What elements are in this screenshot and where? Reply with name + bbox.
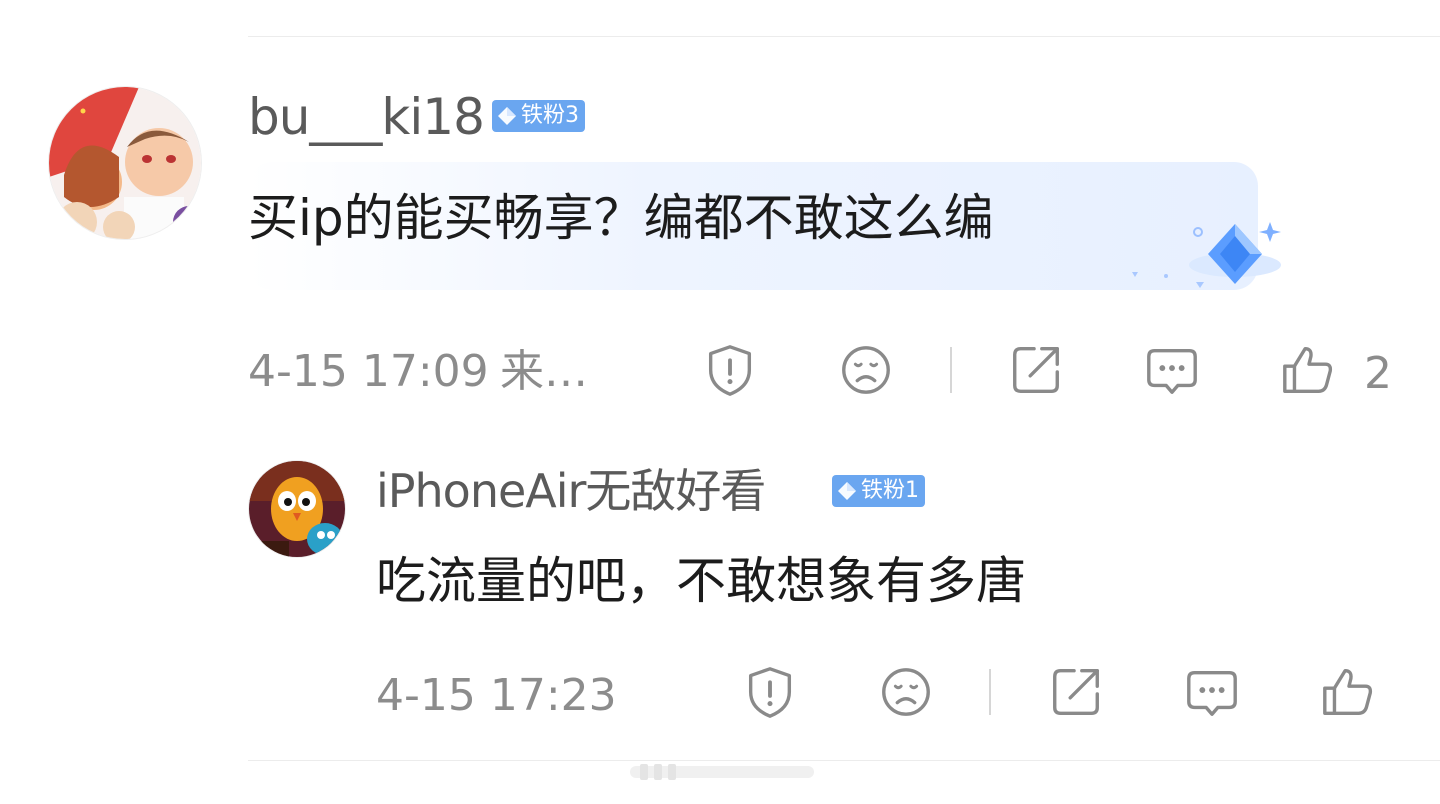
reply-time: 4-15 17:23 [376,670,617,721]
share-button[interactable] [1006,340,1066,400]
reply-icon [1147,348,1197,394]
like-button[interactable] [1278,340,1338,400]
dislike-button[interactable] [836,340,896,400]
top-divider [248,36,1440,37]
dislike-button[interactable] [876,662,936,722]
diamond-icon [836,480,858,502]
avatar[interactable] [248,460,346,558]
avatar[interactable] [48,86,202,240]
dislike-icon [842,346,890,394]
report-icon [748,667,792,718]
share-icon [1053,669,1099,715]
action-separator [950,347,952,393]
reply-button[interactable] [1182,662,1242,722]
action-separator [989,669,991,715]
fan-badge[interactable]: 铁粉3 [492,100,585,132]
comment-source[interactable]: 来… [500,350,588,394]
report-icon [708,345,752,396]
bottom-divider [248,760,1440,761]
badge-label: 铁粉3 [521,103,579,128]
reply-username[interactable]: iPhoneAir无敌好看 [376,468,766,514]
diamond-icon [496,105,518,127]
diamond-sticker-icon [1120,210,1290,300]
share-button[interactable] [1046,662,1106,722]
report-button[interactable] [740,662,800,722]
like-count: 2 [1364,348,1392,399]
comment-time: 4-15 17:09 [248,346,489,397]
reply-button[interactable] [1142,340,1202,400]
reply-icon [1187,670,1237,716]
like-button[interactable] [1318,662,1378,722]
like-icon [1283,347,1333,393]
share-icon [1013,347,1059,393]
report-button[interactable] [700,340,760,400]
like-icon [1323,669,1373,715]
comment-text: 买ip的能买畅享？编都不敢这么编 [248,189,994,247]
reply-text: 吃流量的吧，不敢想象有多唐 [376,552,1026,610]
comment-username[interactable]: bu___ki18 [248,92,485,142]
watermark-bar [630,762,814,782]
fan-badge[interactable]: 铁粉1 [832,475,925,507]
dislike-icon [882,668,930,716]
badge-label: 铁粉1 [861,478,919,503]
